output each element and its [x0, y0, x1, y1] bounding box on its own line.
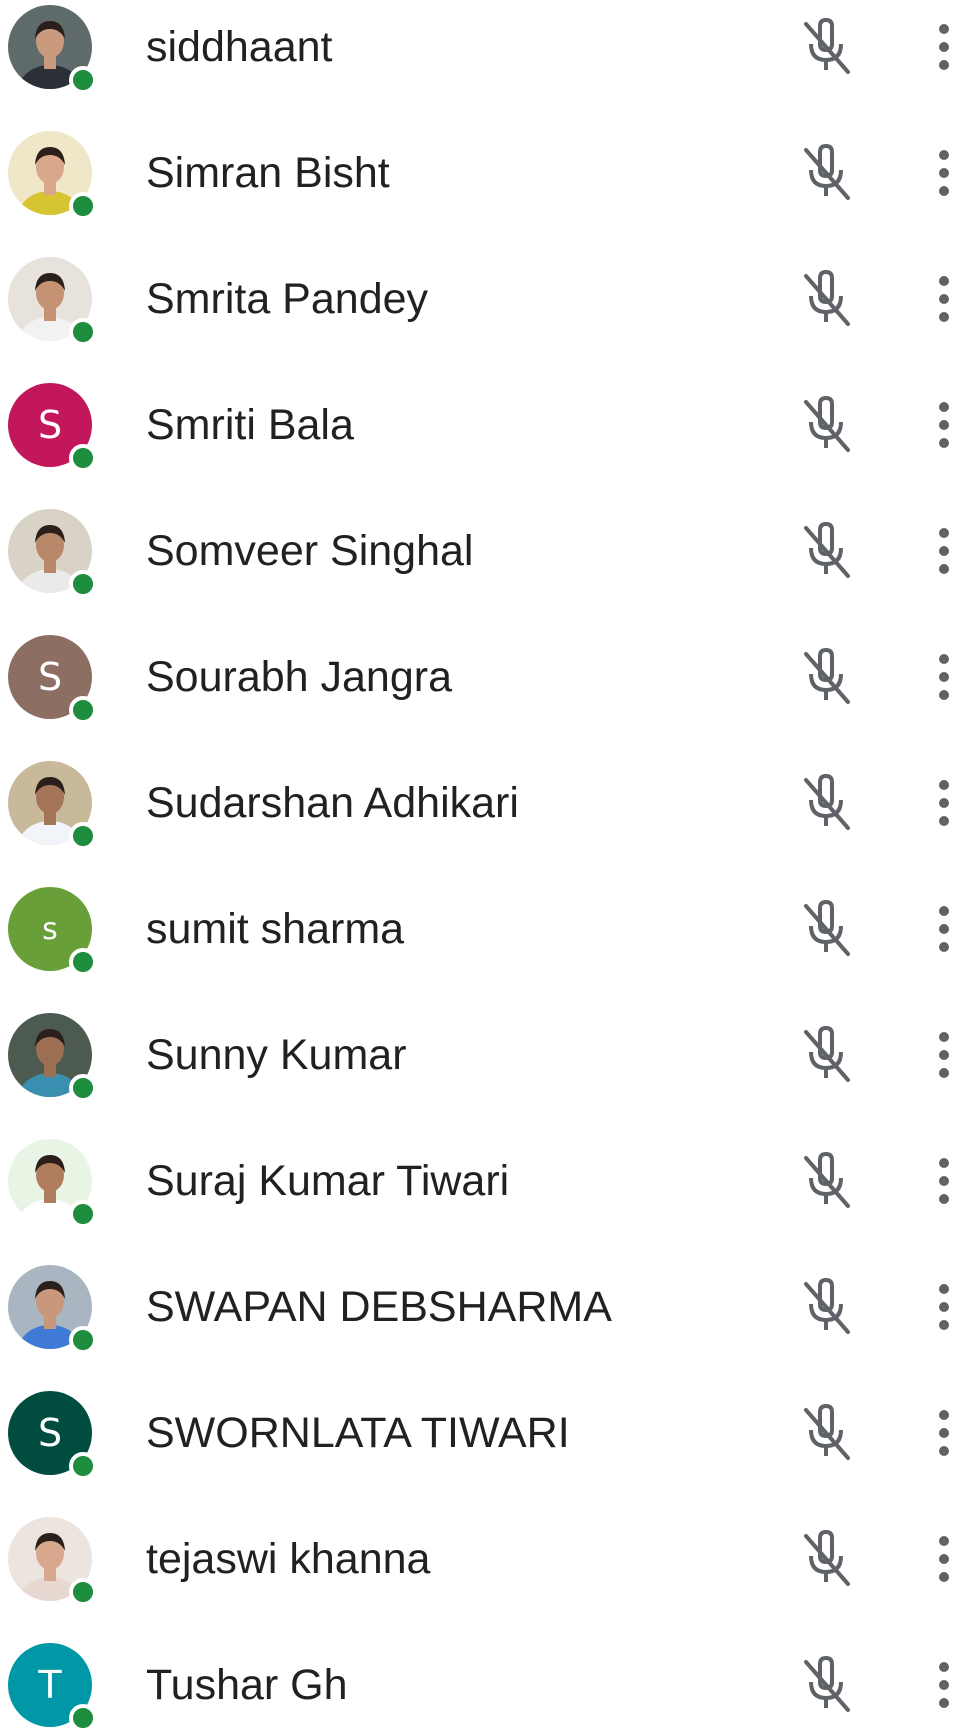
participant-name: Sunny Kumar	[146, 1031, 407, 1079]
avatar	[8, 1517, 97, 1606]
participant-row[interactable]: T Tushar Gh	[0, 1608, 974, 1734]
more-options-icon[interactable]	[934, 778, 954, 828]
mic-off-icon[interactable]	[798, 1025, 854, 1084]
online-status-dot	[69, 444, 97, 472]
mic-off-icon[interactable]	[798, 1277, 854, 1336]
more-options-icon[interactable]	[934, 22, 954, 72]
participant-name: Sudarshan Adhikari	[146, 779, 519, 827]
more-options-icon[interactable]	[934, 1534, 954, 1584]
online-status-dot	[69, 948, 97, 976]
participant-row[interactable]: S SWORNLATA TIWARI	[0, 1356, 974, 1482]
avatar-letter: T	[38, 1663, 62, 1707]
mic-off-icon[interactable]	[798, 647, 854, 706]
avatar: T	[8, 1643, 97, 1732]
participant-name: Tushar Gh	[146, 1661, 348, 1709]
more-options-icon[interactable]	[934, 1030, 954, 1080]
participant-name: SWORNLATA TIWARI	[146, 1409, 570, 1457]
mic-off-icon[interactable]	[798, 899, 854, 958]
avatar	[8, 1265, 97, 1354]
mic-off-icon[interactable]	[798, 17, 854, 76]
mic-off-icon[interactable]	[798, 773, 854, 832]
avatar-letter: S	[37, 1411, 63, 1455]
more-options-icon[interactable]	[934, 148, 954, 198]
avatar: S	[8, 1391, 97, 1480]
online-status-dot	[69, 1074, 97, 1102]
more-options-icon[interactable]	[934, 652, 954, 702]
avatar	[8, 761, 97, 850]
participant-name: Suraj Kumar Tiwari	[146, 1157, 510, 1205]
participant-name: Sourabh Jangra	[146, 653, 452, 701]
avatar	[8, 257, 97, 346]
avatar: S	[8, 383, 97, 472]
participant-row[interactable]: Simran Bisht	[0, 96, 974, 222]
avatar-letter: S	[37, 655, 63, 699]
participant-name: Smrita Pandey	[146, 275, 429, 323]
online-status-dot	[69, 1200, 97, 1228]
avatar	[8, 131, 97, 220]
participant-name: Smriti Bala	[146, 401, 354, 449]
online-status-dot	[69, 1704, 97, 1732]
participant-name: sumit sharma	[146, 905, 405, 953]
participant-row[interactable]: S Sourabh Jangra	[0, 600, 974, 726]
more-options-icon[interactable]	[934, 400, 954, 450]
participant-row[interactable]: siddhaant	[0, 0, 974, 96]
avatar	[8, 1013, 97, 1102]
more-options-icon[interactable]	[934, 1156, 954, 1206]
avatar-letter: S	[37, 403, 63, 447]
participant-row[interactable]: SWAPAN DEBSHARMA	[0, 1230, 974, 1356]
online-status-dot	[69, 66, 97, 94]
avatar-letter: s	[42, 911, 58, 947]
mic-off-icon[interactable]	[798, 395, 854, 454]
participant-row[interactable]: Smrita Pandey	[0, 222, 974, 348]
avatar	[8, 509, 97, 598]
participant-row[interactable]: Sudarshan Adhikari	[0, 726, 974, 852]
participant-row[interactable]: tejaswi khanna	[0, 1482, 974, 1608]
participant-row[interactable]: s sumit sharma	[0, 852, 974, 978]
more-options-icon[interactable]	[934, 1660, 954, 1710]
online-status-dot	[69, 318, 97, 346]
mic-off-icon[interactable]	[798, 1151, 854, 1210]
online-status-dot	[69, 1452, 97, 1480]
avatar	[8, 5, 97, 94]
mic-off-icon[interactable]	[798, 1529, 854, 1588]
participant-list: siddhaant Simran Bisht Smrita Pandey S S…	[0, 0, 974, 1734]
online-status-dot	[69, 1578, 97, 1606]
avatar: s	[8, 887, 97, 976]
online-status-dot	[69, 696, 97, 724]
mic-off-icon[interactable]	[798, 1403, 854, 1462]
more-options-icon[interactable]	[934, 1408, 954, 1458]
online-status-dot	[69, 192, 97, 220]
participant-row[interactable]: S Smriti Bala	[0, 348, 974, 474]
mic-off-icon[interactable]	[798, 521, 854, 580]
participant-row[interactable]: Somveer Singhal	[0, 474, 974, 600]
online-status-dot	[69, 1326, 97, 1354]
participant-row[interactable]: Suraj Kumar Tiwari	[0, 1104, 974, 1230]
more-options-icon[interactable]	[934, 274, 954, 324]
participant-row[interactable]: Sunny Kumar	[0, 978, 974, 1104]
mic-off-icon[interactable]	[798, 1655, 854, 1714]
online-status-dot	[69, 822, 97, 850]
avatar	[8, 1139, 97, 1228]
mic-off-icon[interactable]	[798, 143, 854, 202]
participant-name: siddhaant	[146, 23, 333, 71]
participant-name: tejaswi khanna	[146, 1535, 431, 1583]
participant-name: SWAPAN DEBSHARMA	[146, 1283, 612, 1331]
more-options-icon[interactable]	[934, 526, 954, 576]
avatar: S	[8, 635, 97, 724]
participant-name: Somveer Singhal	[146, 527, 474, 575]
online-status-dot	[69, 570, 97, 598]
mic-off-icon[interactable]	[798, 269, 854, 328]
more-options-icon[interactable]	[934, 904, 954, 954]
more-options-icon[interactable]	[934, 1282, 954, 1332]
participant-name: Simran Bisht	[146, 149, 390, 197]
